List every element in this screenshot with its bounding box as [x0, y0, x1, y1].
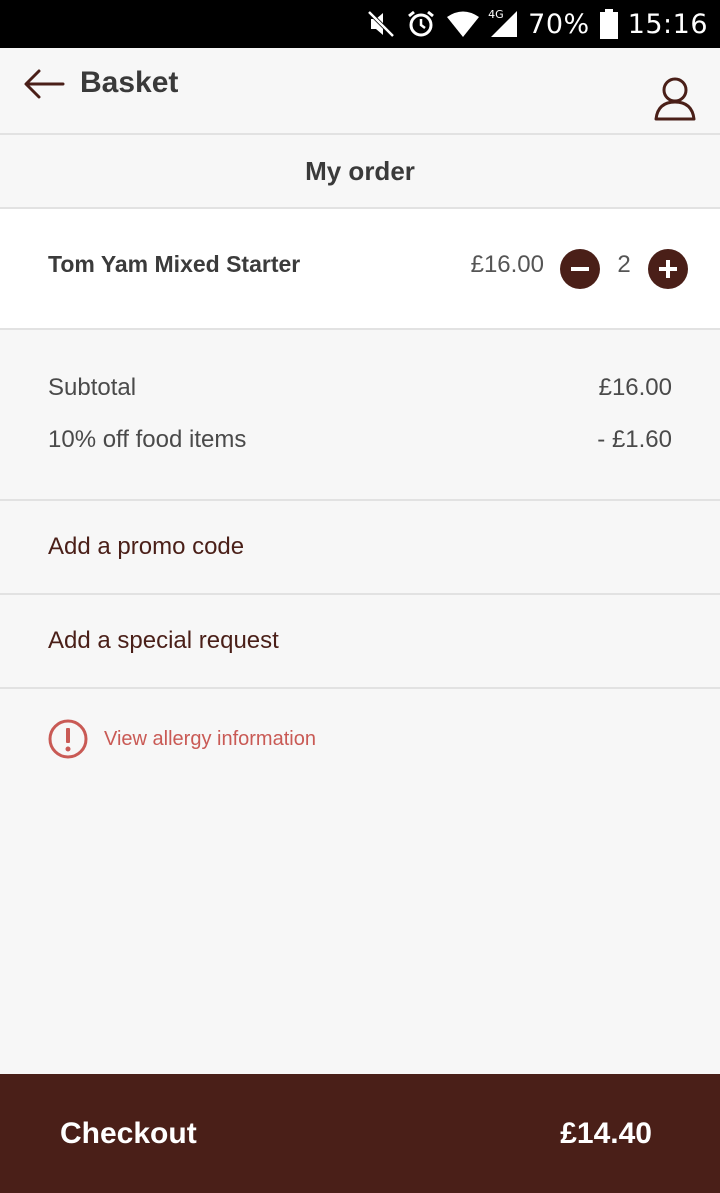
wifi-icon [447, 11, 480, 37]
section-title: My order [0, 135, 720, 209]
item-name: Tom Yam Mixed Starter [48, 251, 301, 277]
battery-percent: 70% [528, 8, 590, 40]
back-arrow-icon [24, 69, 65, 99]
alarm-icon [408, 10, 435, 37]
page-title: Basket [80, 66, 179, 99]
add-promo-code-button[interactable]: Add a promo code [0, 501, 720, 595]
profile-button[interactable] [650, 76, 700, 122]
allergy-label: View allergy information [104, 727, 316, 750]
discount-value: - £1.60 [597, 426, 672, 453]
order-totals: Subtotal £16.00 10% off food items - £1.… [0, 330, 720, 501]
status-bar: 4G 70% 15:16 [0, 0, 720, 48]
special-request-label: Add a special request [48, 627, 279, 654]
battery-icon [599, 9, 618, 39]
user-icon [654, 77, 696, 121]
checkout-total: £14.40 [560, 1116, 652, 1150]
checkout-label: Checkout [60, 1116, 197, 1150]
subtotal-row: Subtotal £16.00 [48, 374, 672, 402]
cell-signal: 4G [488, 8, 518, 38]
minus-icon [571, 267, 589, 271]
discount-label: 10% off food items [48, 426, 247, 453]
add-special-request-button[interactable]: Add a special request [0, 595, 720, 689]
subtotal-value: £16.00 [598, 374, 672, 401]
warning-icon [48, 719, 88, 759]
checkout-button[interactable]: Checkout £14.40 [0, 1074, 720, 1193]
decrease-quantity-button[interactable] [560, 249, 600, 289]
item-quantity: 2 [617, 251, 631, 278]
order-item: Tom Yam Mixed Starter £16.00 2 [0, 209, 720, 330]
subtotal-label: Subtotal [48, 374, 137, 401]
item-price: £16.00 [470, 251, 544, 278]
back-button[interactable] [20, 64, 68, 104]
promo-label: Add a promo code [48, 533, 245, 560]
discount-row: 10% off food items - £1.60 [48, 426, 672, 454]
network-type: 4G [488, 8, 504, 21]
plus-icon [659, 260, 677, 278]
increase-quantity-button[interactable] [648, 249, 688, 289]
app-bar: Basket [0, 48, 720, 135]
mute-icon [367, 10, 395, 38]
allergy-info-link[interactable]: View allergy information [48, 719, 316, 759]
clock: 15:16 [627, 8, 708, 40]
